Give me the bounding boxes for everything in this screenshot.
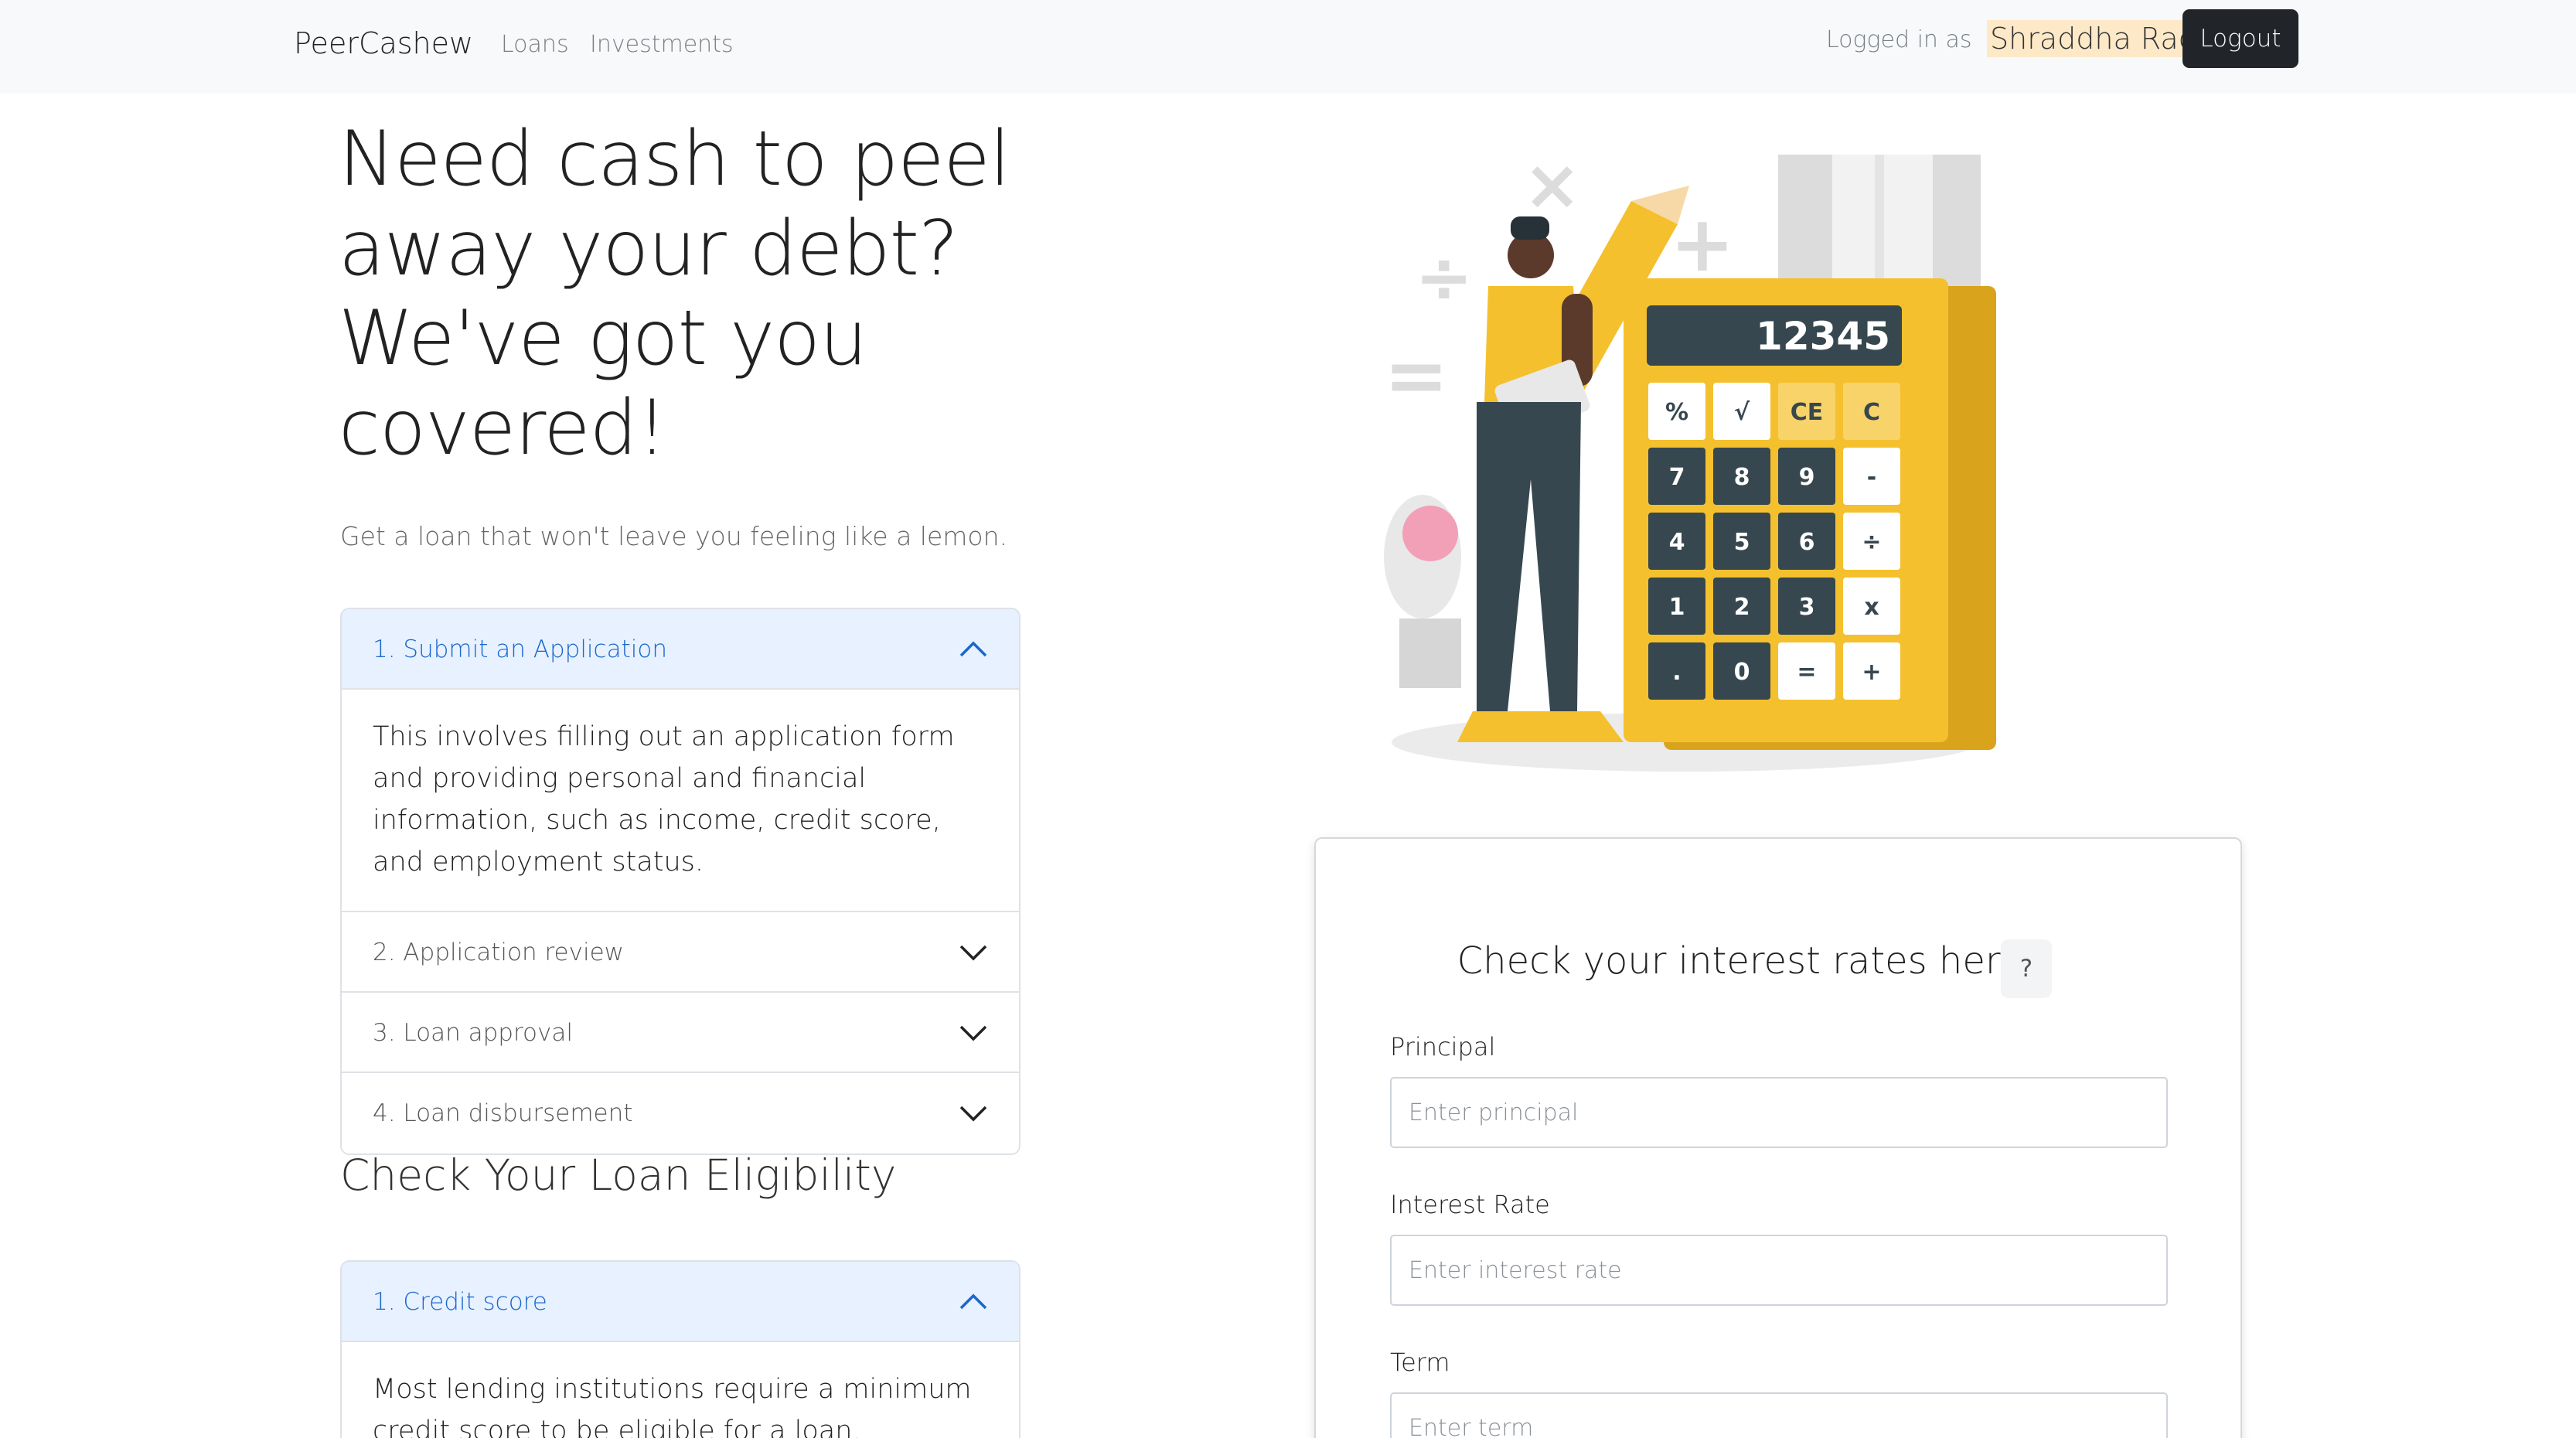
calculator-key-label: 0 [1734,659,1750,686]
term-input[interactable] [1390,1392,2168,1438]
navbar: PeerCashew Loans Investments Logged in a… [0,0,2576,94]
logout-button[interactable]: Logout [2182,9,2298,68]
accordion-header-label: 1. Submit an Application [373,636,667,663]
user-name: Shraddha Rao [1987,20,2199,57]
accordion-body-submit-application: This involves filling out an application… [342,690,1019,912]
eligibility-accordion: 1. Credit score Most lending institution… [340,1260,1021,1438]
calculator-key-label: 6 [1799,529,1815,556]
symbol-times: × [1523,145,1581,226]
person-hair [1511,216,1549,240]
person-trousers [1477,402,1581,711]
accordion-header-label: 2. Application review [373,939,625,966]
chevron-down-icon [959,1025,987,1041]
calculator-key-label: ÷ [1862,529,1881,556]
calculator-key-label: 8 [1734,464,1750,491]
nav-link-investments[interactable]: Investments [590,31,734,58]
hero-subtitle: Get a loan that won't leave you feeling … [340,521,1007,551]
interest-rate-label: Interest Rate [1390,1190,1550,1219]
symbol-divide: ÷ [1415,237,1473,319]
calculator-key-label: 2 [1734,594,1750,621]
brand-logo[interactable]: PeerCashew [294,26,473,60]
calculator-key-label: 5 [1734,529,1750,556]
term-label: Term [1390,1348,1450,1377]
accordion-body-credit-score: Most lending institutions require a mini… [342,1342,1019,1438]
accordion-header-credit-score[interactable]: 1. Credit score [342,1262,1019,1342]
chevron-down-icon [959,1106,987,1122]
nav-link-loans[interactable]: Loans [501,31,569,58]
calculator-key-label: = [1797,659,1816,686]
calculator-key-label: 3 [1799,594,1815,621]
calculator-key-label: 9 [1799,464,1815,491]
symbol-equals: = [1384,330,1449,421]
logged-in-label: Logged in as [1826,26,1972,53]
interest-rate-card: Check your interest rates here! ? Princi… [1314,837,2242,1438]
pencil-eraser [1402,506,1458,561]
accordion-header-label: 3. Loan approval [373,1019,573,1047]
calculator-key-label: % [1665,399,1688,426]
calculator-key-label: C [1863,399,1880,426]
interest-rate-input[interactable] [1390,1235,2168,1306]
accordion-header-label: 1. Credit score [373,1288,547,1316]
help-badge[interactable]: ? [2001,939,2052,998]
hero-title: Need cash to peel away your debt? We've … [339,115,1010,472]
calculator-key-label: 4 [1669,529,1685,556]
calculator-key-label: √ [1734,399,1750,426]
principal-label: Principal [1390,1032,1496,1061]
calculator-key-label: CE [1791,399,1824,426]
chevron-up-icon [959,1293,987,1310]
calculator-key-label: . [1672,659,1681,686]
accordion-header-application-review[interactable]: 2. Application review [342,912,1019,993]
accordion-header-submit-application[interactable]: 1. Submit an Application [342,609,1019,690]
eligibility-heading: Check Your Loan Eligibility [340,1150,897,1200]
accordion-header-loan-disbursement[interactable]: 4. Loan disbursement [342,1073,1019,1153]
accordion-header-loan-approval[interactable]: 3. Loan approval [342,993,1019,1073]
chevron-up-icon [959,641,987,657]
calculator-display-value: 12345 [1756,314,1890,359]
accordion-header-label: 4. Loan disbursement [373,1099,633,1127]
calculator-key-label: - [1867,464,1876,491]
calculator-key-label: x [1864,594,1879,621]
calculator-key-label: 1 [1669,594,1685,621]
principal-input[interactable] [1390,1077,2168,1148]
calculator-key-label: 7 [1669,464,1685,491]
calculator-illustration: × + ÷ = 12345 % √ CE C7 8 9 -4 5 6 ÷1 2 3 x. 0 = + [1384,145,1996,772]
calculator-key-label: + [1862,659,1881,686]
loan-process-accordion: 1. Submit an Application This involves f… [340,608,1021,1155]
plant-pot [1399,618,1461,688]
chevron-down-icon [959,945,987,961]
